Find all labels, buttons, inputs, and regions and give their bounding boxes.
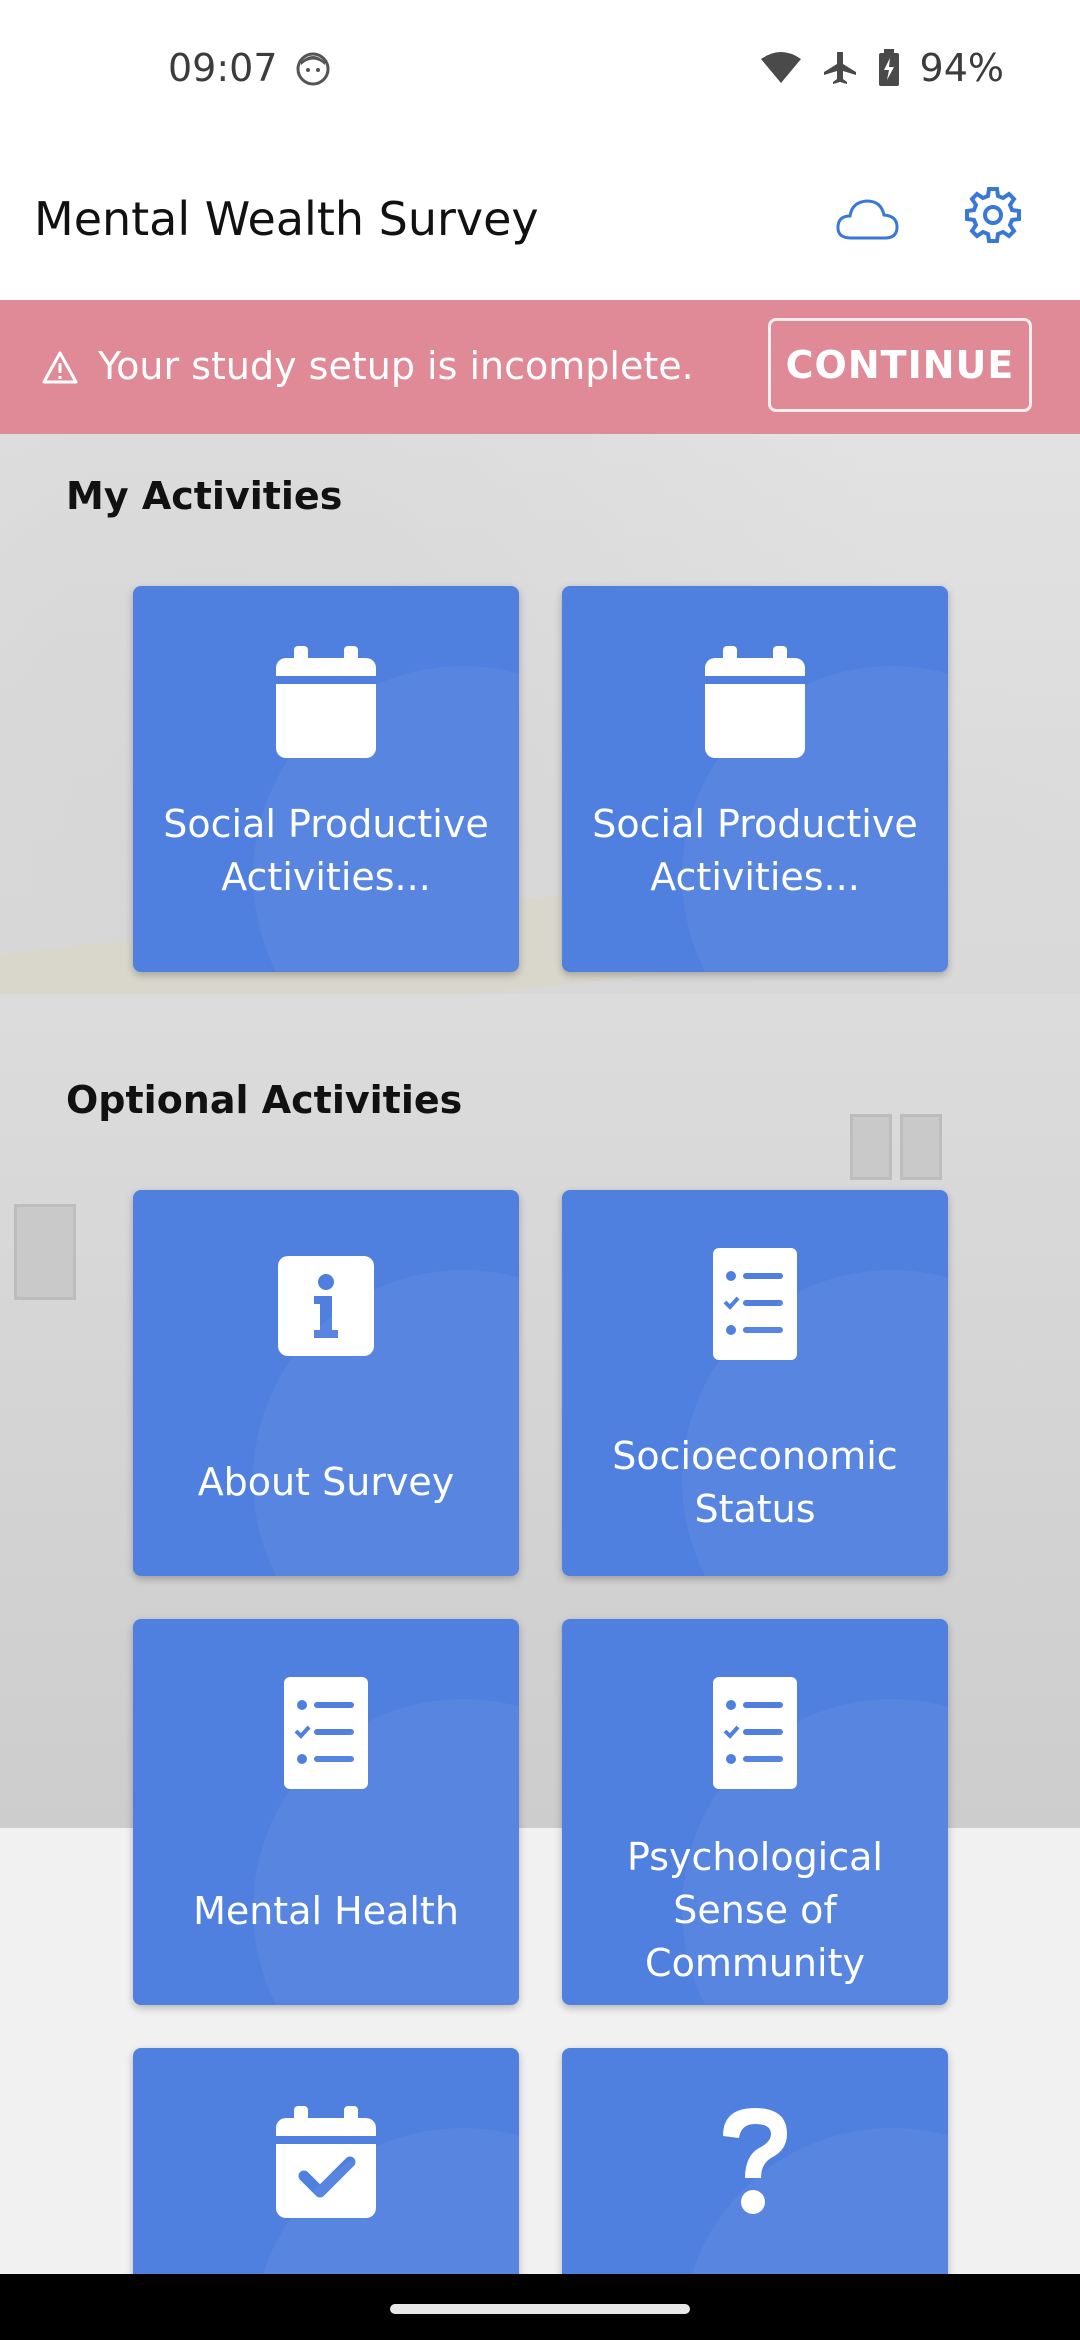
tile-social-productive-activities-1[interactable]: Social Productive Activities...: [133, 586, 519, 972]
question-icon: [723, 2108, 787, 2214]
setup-incomplete-banner: Your study setup is incomplete. CONTINUE: [0, 300, 1080, 434]
gear-icon: [965, 187, 1021, 243]
tile-label: Psychological Sense of Community: [627, 1835, 883, 1985]
info-icon: [278, 1256, 374, 1356]
continue-button[interactable]: CONTINUE: [768, 318, 1032, 412]
checklist-icon: [284, 1677, 368, 1789]
tile-socioeconomic-status[interactable]: Socioeconomic Status: [562, 1190, 948, 1576]
cloud-icon: [836, 199, 899, 240]
battery-charging-icon: [878, 49, 899, 86]
app-title: Mental Wealth Survey: [34, 192, 539, 246]
section-title-my-activities: My Activities: [66, 474, 343, 518]
tile-help[interactable]: [562, 2048, 948, 2274]
warning-icon: [42, 351, 78, 384]
tile-label: Social Productive Activities...: [163, 802, 489, 899]
banner-message: Your study setup is incomplete.: [98, 344, 694, 388]
background-window: [14, 1204, 76, 1300]
tile-label: Mental Health: [193, 1889, 459, 1933]
notification-face-icon: [296, 52, 330, 86]
tile-calendar-check[interactable]: [133, 2048, 519, 2274]
tile-label: Social Productive Activities...: [592, 802, 918, 899]
background-window: [850, 1114, 892, 1180]
status-time: 09:07: [168, 46, 278, 90]
home-gesture-handle[interactable]: [390, 2304, 690, 2314]
status-bar: 09:07 94%: [0, 0, 1080, 140]
calendar-icon: [276, 646, 376, 758]
tile-social-productive-activities-2[interactable]: Social Productive Activities...: [562, 586, 948, 972]
app-bar: Mental Wealth Survey: [0, 140, 1080, 300]
checklist-icon: [713, 1248, 797, 1360]
tile-about-survey[interactable]: About Survey: [133, 1190, 519, 1576]
tile-psychological-sense-of-community[interactable]: Psychological Sense of Community: [562, 1619, 948, 2005]
calendar-icon: [705, 646, 805, 758]
wifi-icon: [760, 52, 801, 83]
tile-label: Socioeconomic Status: [612, 1434, 898, 1531]
settings-button[interactable]: [958, 180, 1028, 250]
system-navigation-bar: [0, 2274, 1080, 2340]
sync-button[interactable]: [832, 184, 902, 254]
status-icons: 94%: [760, 46, 1004, 90]
airplane-mode-icon: [823, 52, 856, 84]
tile-mental-health[interactable]: Mental Health: [133, 1619, 519, 2005]
battery-percent: 94%: [919, 46, 1004, 90]
checklist-icon: [713, 1677, 797, 1789]
activities-content[interactable]: My Activities Social Productive Activiti…: [0, 434, 1080, 2274]
section-title-optional-activities: Optional Activities: [66, 1078, 463, 1122]
calendar-check-icon: [276, 2106, 376, 2218]
tile-label: About Survey: [197, 1460, 455, 1504]
background-window: [900, 1114, 942, 1180]
